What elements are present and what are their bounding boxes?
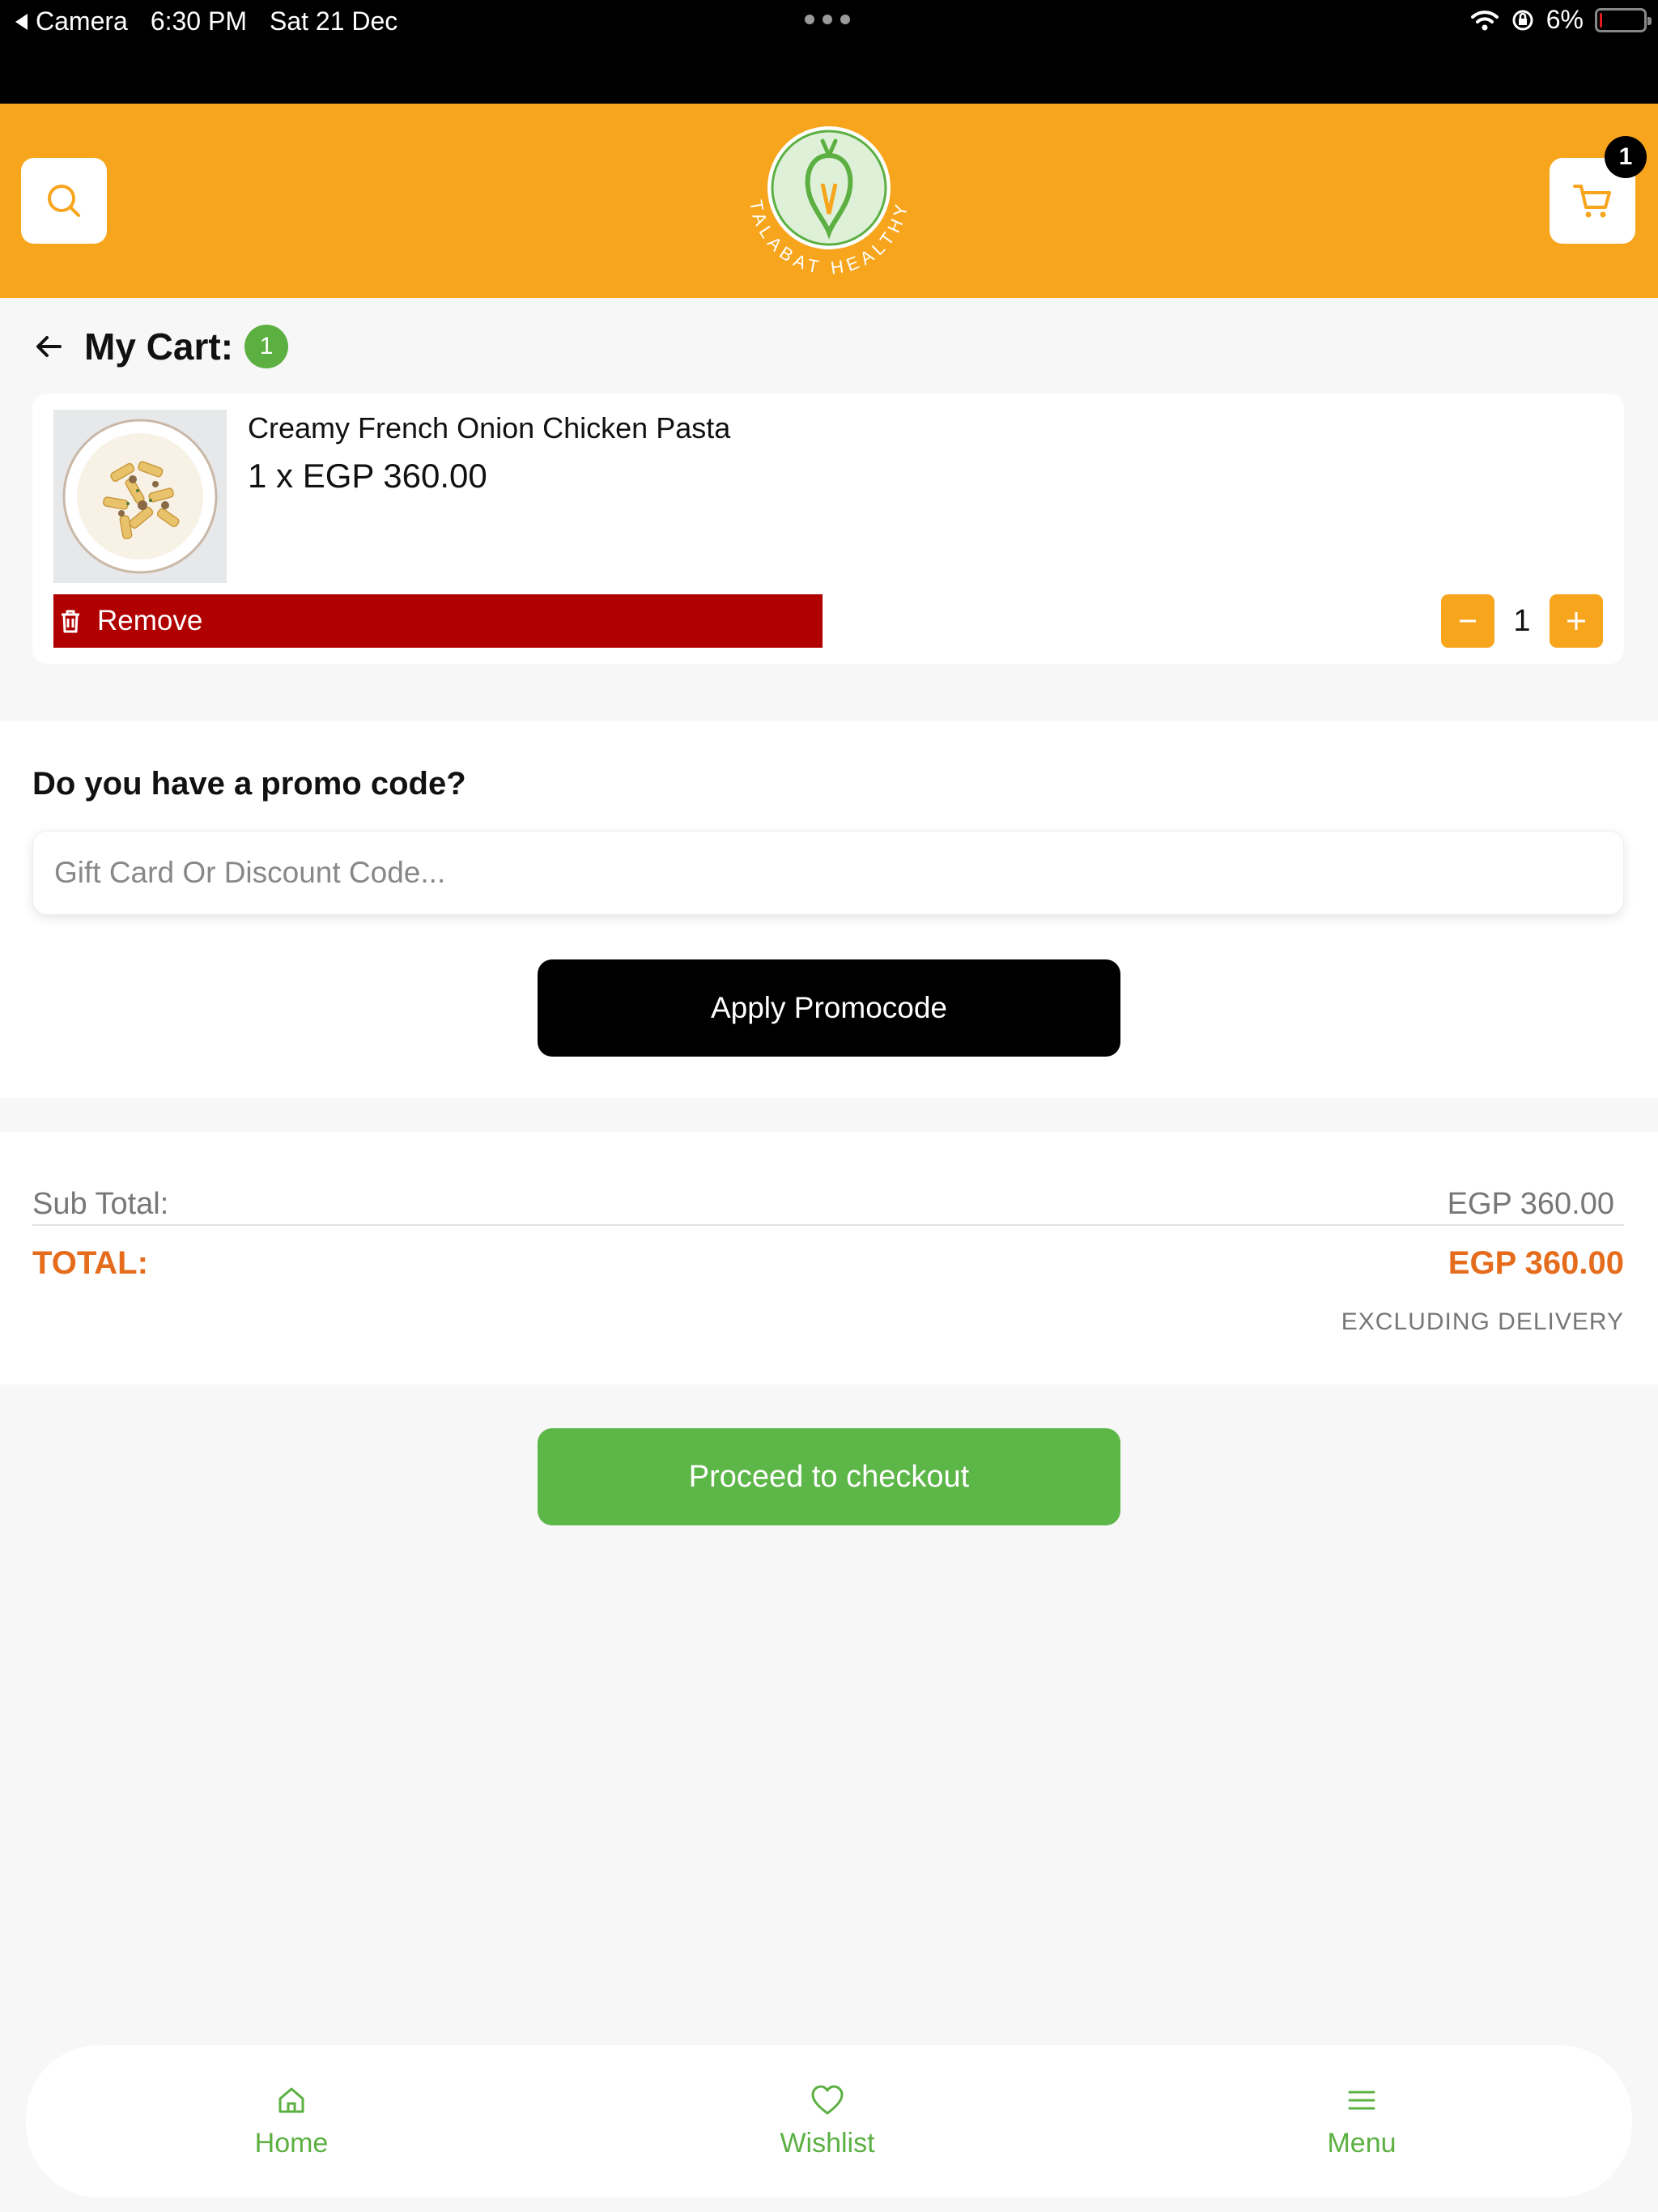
nav-item-wishlist[interactable]: Wishlist	[730, 2045, 925, 2197]
cart-item-card: Creamy French Onion Chicken Pasta 1 x EG…	[32, 393, 1624, 664]
search-icon	[48, 185, 80, 217]
heart-icon	[811, 2085, 844, 2114]
cart-icon	[1573, 185, 1611, 218]
home-icon	[278, 2087, 304, 2112]
apply-promocode-button[interactable]: Apply Promocode	[538, 959, 1120, 1057]
page-title: My Cart:	[84, 325, 234, 368]
nav-item-menu[interactable]: Menu	[1265, 2045, 1459, 2197]
subtotal-label: Sub Total:	[32, 1187, 169, 1221]
nav-item-home[interactable]: Home	[194, 2045, 389, 2197]
promo-question: Do you have a promo code?	[32, 766, 466, 802]
nav-label-home: Home	[254, 2127, 329, 2159]
rotation-lock-icon	[1512, 10, 1533, 30]
back-to-app[interactable]: Camera	[15, 6, 128, 36]
cart-count-badge: 1	[1605, 136, 1647, 178]
remove-label: Remove	[97, 605, 203, 636]
total-value: EGP 360.00	[1448, 1245, 1624, 1281]
menu-icon	[1348, 2091, 1375, 2109]
promo-code-input[interactable]	[32, 831, 1624, 915]
wifi-icon	[1470, 10, 1499, 30]
promo-section: Do you have a promo code? Apply Promocod…	[0, 721, 1658, 1098]
back-app-label: Camera	[36, 6, 128, 36]
multitasking-dots[interactable]	[805, 15, 850, 24]
back-triangle-icon	[15, 13, 28, 30]
quantity-value: 1	[1513, 603, 1531, 638]
subtotal-value: EGP 360.00	[1447, 1187, 1614, 1221]
status-time: 6:30 PM	[150, 6, 247, 36]
item-image[interactable]	[53, 410, 227, 583]
arrow-left-icon	[36, 336, 62, 357]
talabat-healthy-logo[interactable]: TALABAT HEALTHY	[732, 123, 926, 278]
quantity-increase-button[interactable]	[1550, 594, 1603, 648]
app-header: TALABAT HEALTHY 1	[0, 104, 1658, 298]
quantity-decrease-button[interactable]	[1441, 594, 1494, 648]
nav-label-wishlist: Wishlist	[780, 2127, 875, 2159]
item-name: Creamy French Onion Chicken Pasta	[248, 411, 731, 445]
proceed-to-checkout-button[interactable]: Proceed to checkout	[538, 1428, 1120, 1525]
trash-icon	[62, 610, 79, 633]
total-label: TOTAL:	[32, 1245, 148, 1281]
cart-item-count-badge: 1	[244, 325, 289, 368]
cart-title-row: My Cart: 1	[32, 321, 289, 372]
order-totals: Sub Total: EGP 360.00 TOTAL: EGP 360.00 …	[0, 1132, 1658, 1385]
bottom-nav: Home Wishlist Menu	[26, 2045, 1632, 2197]
status-bar: Camera 6:30 PM Sat 21 Dec 6%	[0, 0, 1658, 104]
plus-icon	[1567, 612, 1585, 630]
remove-item-button[interactable]: Remove	[53, 594, 823, 648]
battery-percent: 6%	[1545, 5, 1584, 34]
minus-icon	[1460, 619, 1476, 623]
divider	[32, 1224, 1624, 1226]
back-button[interactable]	[32, 327, 71, 366]
status-date: Sat 21 Dec	[269, 6, 398, 36]
item-price: 1 x EGP 360.00	[248, 457, 487, 495]
battery-icon	[1595, 7, 1652, 32]
search-button[interactable]	[21, 158, 107, 244]
nav-label-menu: Menu	[1327, 2127, 1397, 2159]
excluding-delivery-note: EXCLUDING DELIVERY	[1341, 1308, 1624, 1335]
